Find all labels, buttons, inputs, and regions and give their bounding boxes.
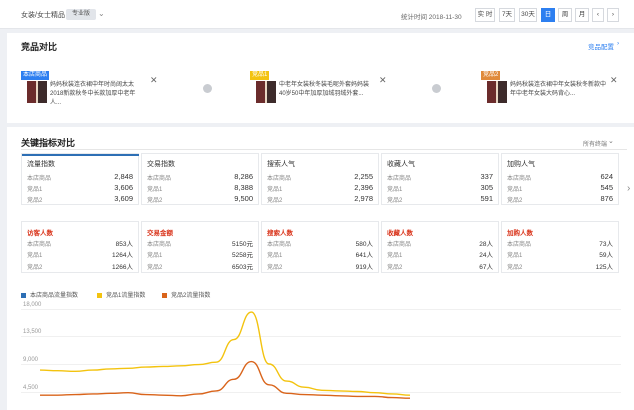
series-line-2 — [40, 360, 411, 399]
line-chart — [39, 311, 411, 399]
series-line-1 — [39, 311, 411, 396]
